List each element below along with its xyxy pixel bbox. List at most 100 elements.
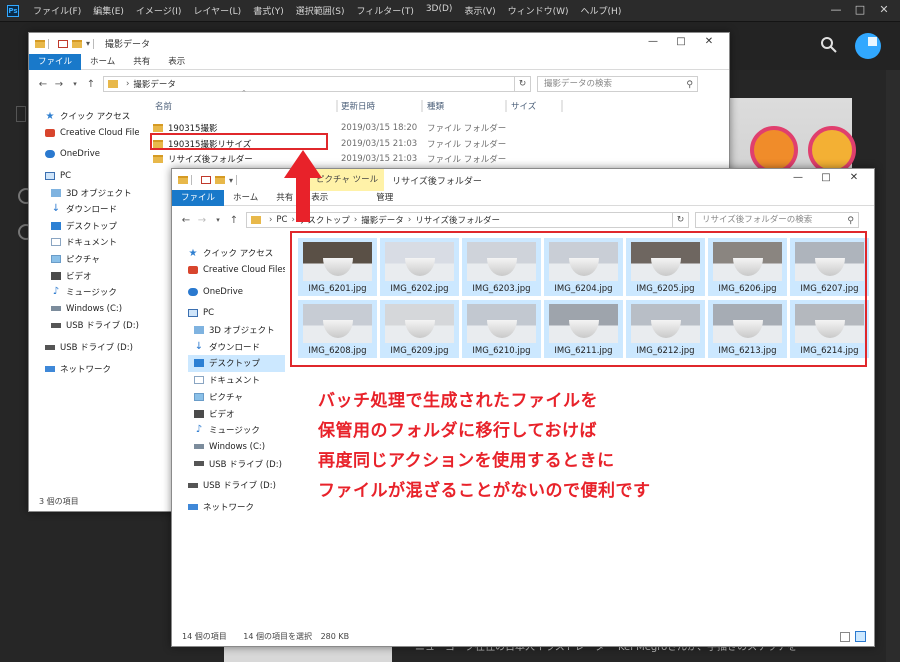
nav-item[interactable]: ネットワーク bbox=[188, 499, 285, 516]
nav-item[interactable]: ♪ ミュージック bbox=[188, 422, 285, 439]
sunglass-lens-icon bbox=[750, 126, 798, 174]
drive-icon bbox=[194, 444, 204, 450]
nav-item-label: OneDrive bbox=[60, 149, 100, 160]
nav-item[interactable]: ネットワーク bbox=[45, 360, 139, 377]
menu-item[interactable]: フィルター(T) bbox=[350, 4, 419, 17]
maximize-icon[interactable]: □ bbox=[667, 36, 695, 47]
nav-item-label: PC bbox=[60, 171, 72, 182]
back-arrow-icon[interactable]: ← bbox=[178, 215, 194, 226]
status-bar: 3 個の項目 bbox=[39, 496, 93, 507]
menu-item[interactable]: イメージ(I) bbox=[130, 4, 188, 17]
nav-item[interactable]: ピクチャ bbox=[188, 389, 285, 406]
file-row[interactable]: リサイズ後フォルダー 2019/03/15 21:03 ファイル フォルダー bbox=[153, 151, 593, 167]
file-date: 2019/03/15 21:03 bbox=[341, 154, 418, 164]
tab-home[interactable]: ホーム bbox=[224, 190, 267, 206]
nav-item[interactable]: USB ドライブ (D:) bbox=[188, 455, 285, 472]
nav-item[interactable]: ★ クイック アクセス bbox=[188, 245, 285, 262]
minimize-icon[interactable]: — bbox=[639, 36, 667, 47]
network-icon bbox=[188, 503, 198, 510]
search-box[interactable]: リサイズ後フォルダーの検索 ⚲ bbox=[695, 212, 859, 228]
breadcrumb-shooting-data[interactable]: 撮影データ bbox=[133, 78, 176, 90]
menu-item[interactable]: 3D(D) bbox=[420, 4, 459, 17]
recent-dropdown-icon[interactable]: ▾ bbox=[210, 216, 226, 224]
breadcrumb-shooting-data[interactable]: 撮影データ bbox=[361, 214, 404, 226]
menu-item[interactable]: 表示(V) bbox=[458, 4, 501, 17]
nav-item[interactable]: ♪ ミュージック bbox=[45, 284, 139, 301]
tab-file[interactable]: ファイル bbox=[29, 53, 82, 70]
ribbon-tabs: ファイル ホーム 共有 表示 bbox=[29, 53, 729, 70]
column-date[interactable]: 更新日時 bbox=[339, 100, 375, 112]
column-name[interactable]: 名前 bbox=[153, 100, 172, 112]
nav-item[interactable]: デスクトップ bbox=[45, 218, 139, 235]
nav-item[interactable]: 3D オブジェクト bbox=[45, 184, 139, 201]
profile-avatar-icon[interactable] bbox=[855, 33, 881, 59]
refresh-icon[interactable]: ↻ bbox=[673, 212, 689, 228]
usb-drive-icon bbox=[51, 322, 61, 328]
menu-item[interactable]: ファイル(F) bbox=[27, 4, 87, 17]
recent-dropdown-icon[interactable]: ▾ bbox=[67, 80, 83, 88]
nav-item[interactable]: ドキュメント bbox=[45, 234, 139, 251]
tab-manage[interactable]: 管理 bbox=[367, 190, 402, 206]
tab-share[interactable]: 共有 bbox=[124, 54, 159, 70]
details-view-icon[interactable] bbox=[840, 632, 850, 642]
column-type[interactable]: 種類 bbox=[425, 100, 444, 112]
quick-access-dropdown-icon[interactable]: ▾ bbox=[229, 176, 233, 185]
minimize-icon[interactable]: — bbox=[824, 3, 848, 16]
close-icon[interactable]: ✕ bbox=[695, 36, 723, 47]
menu-item[interactable]: 書式(Y) bbox=[247, 4, 290, 17]
nav-item[interactable]: ↓ ダウンロード bbox=[45, 201, 139, 218]
nav-item[interactable]: デスクトップ bbox=[188, 355, 285, 372]
new-folder-icon[interactable] bbox=[215, 176, 225, 184]
search-box[interactable]: 撮影データの検索 ⚲ bbox=[537, 76, 698, 92]
menu-item[interactable]: 選択範囲(S) bbox=[290, 4, 351, 17]
file-type: ファイル フォルダー bbox=[427, 139, 507, 150]
usb-drive-icon bbox=[188, 482, 198, 488]
menu-item[interactable]: 編集(E) bbox=[87, 4, 130, 17]
address-bar[interactable]: › 撮影データ bbox=[103, 76, 515, 92]
new-folder-icon[interactable] bbox=[72, 39, 82, 48]
chevron-right-icon: › bbox=[269, 215, 273, 225]
tab-file[interactable]: ファイル bbox=[172, 190, 225, 206]
tab-view[interactable]: 表示 bbox=[159, 54, 194, 70]
nav-item[interactable]: USB ドライブ (D:) bbox=[45, 317, 139, 334]
close-icon[interactable]: ✕ bbox=[872, 3, 896, 16]
nav-item[interactable]: ビデオ bbox=[45, 267, 139, 284]
menu-item[interactable]: ウィンドウ(W) bbox=[502, 4, 575, 17]
back-arrow-icon[interactable]: ← bbox=[35, 79, 51, 90]
up-arrow-icon[interactable]: ↑ bbox=[226, 215, 242, 226]
nav-item[interactable]: Windows (C:) bbox=[188, 439, 285, 456]
maximize-icon[interactable]: □ bbox=[848, 3, 872, 16]
nav-item[interactable]: PC bbox=[45, 168, 139, 185]
properties-icon[interactable] bbox=[201, 176, 211, 184]
nav-item[interactable]: USB ドライブ (D:) bbox=[188, 477, 285, 494]
large-icons-view-icon[interactable] bbox=[855, 631, 866, 642]
forward-arrow-icon[interactable]: → bbox=[51, 79, 67, 90]
tab-home[interactable]: ホーム bbox=[81, 54, 124, 70]
quick-access-dropdown-icon[interactable]: ▾ bbox=[86, 39, 90, 48]
nav-item[interactable]: ↓ ダウンロード bbox=[188, 338, 285, 355]
nav-item[interactable]: OneDrive bbox=[45, 146, 139, 163]
menu-item[interactable]: ヘルプ(H) bbox=[575, 4, 628, 17]
nav-item[interactable]: ビデオ bbox=[188, 405, 285, 422]
search-icon[interactable] bbox=[820, 36, 838, 54]
nav-item[interactable]: USB ドライブ (D:) bbox=[45, 339, 139, 356]
nav-item[interactable]: OneDrive bbox=[188, 283, 285, 300]
properties-icon[interactable] bbox=[58, 39, 68, 48]
nav-item[interactable]: ドキュメント bbox=[188, 372, 285, 389]
nav-item[interactable]: 3D オブジェクト bbox=[188, 322, 285, 339]
forward-arrow-icon[interactable]: → bbox=[194, 215, 210, 226]
nav-item[interactable]: ピクチャ bbox=[45, 251, 139, 268]
menu-item[interactable]: レイヤー(L) bbox=[187, 4, 247, 17]
close-icon[interactable]: ✕ bbox=[840, 172, 868, 183]
nav-item[interactable]: Creative Cloud Files bbox=[45, 125, 139, 142]
nav-item[interactable]: ★ クイック アクセス bbox=[45, 108, 139, 125]
column-size[interactable]: サイズ bbox=[509, 100, 536, 112]
maximize-icon[interactable]: □ bbox=[812, 172, 840, 183]
nav-item[interactable]: Windows (C:) bbox=[45, 301, 139, 318]
breadcrumb-resized-folder[interactable]: リサイズ後フォルダー bbox=[415, 214, 500, 226]
up-arrow-icon[interactable]: ↑ bbox=[83, 79, 99, 90]
minimize-icon[interactable]: — bbox=[784, 172, 812, 183]
nav-item[interactable]: PC bbox=[188, 305, 285, 322]
refresh-icon[interactable]: ↻ bbox=[515, 76, 531, 92]
nav-item[interactable]: Creative Cloud Files bbox=[188, 262, 285, 279]
